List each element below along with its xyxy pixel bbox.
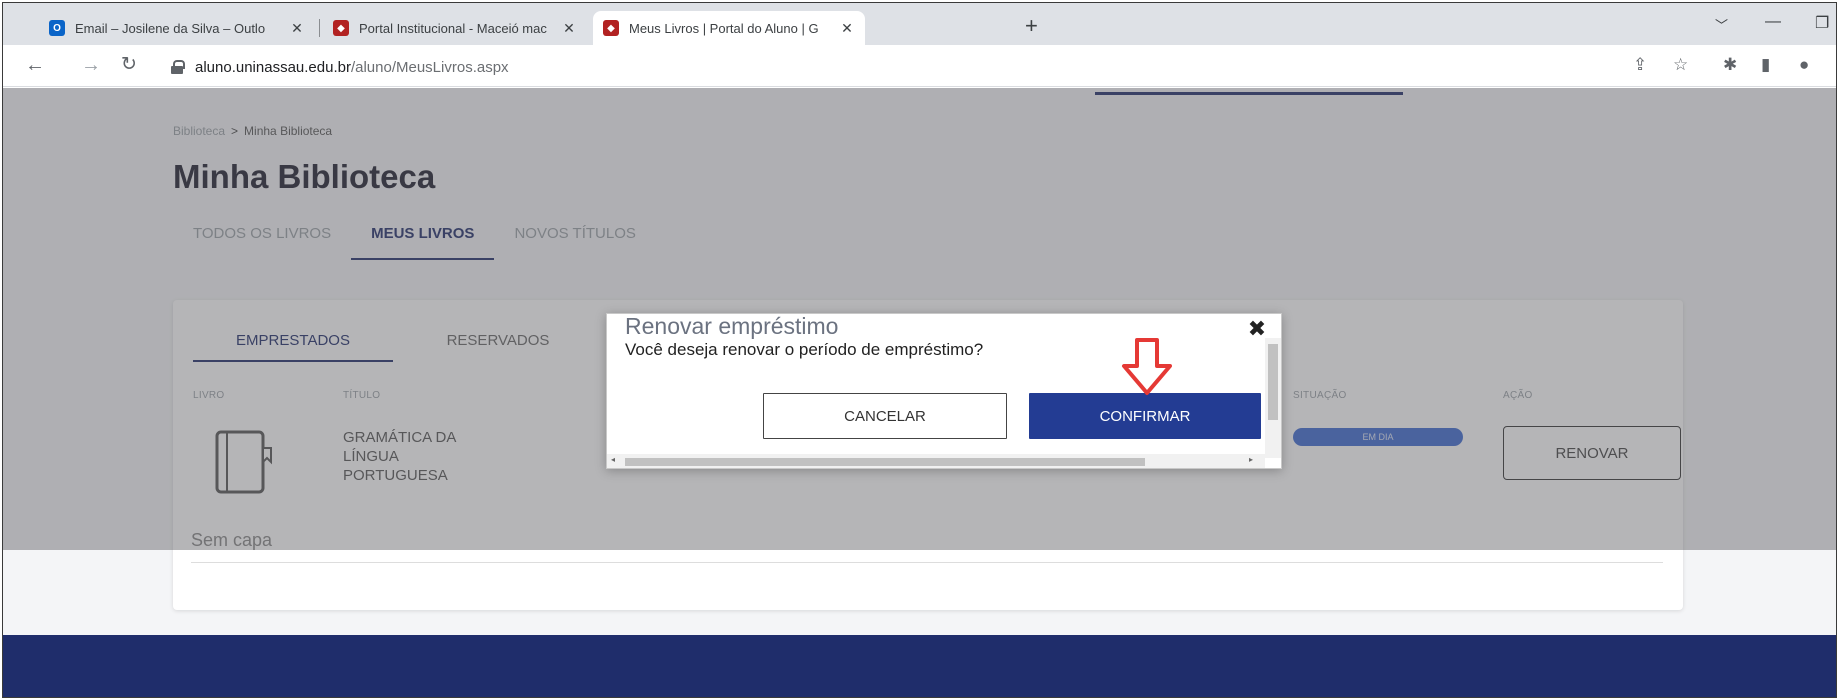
browser-tab-portal[interactable]: ◆ Portal Institucional - Maceió mac ✕ (323, 11, 587, 45)
annotation-arrow-icon (1122, 338, 1172, 395)
forward-icon[interactable]: → (81, 53, 101, 77)
extensions-icon[interactable]: ✱ (1723, 55, 1737, 75)
new-tab-button[interactable]: + (1025, 15, 1038, 37)
shield-icon: ◆ (603, 20, 619, 36)
restore-button[interactable]: ❐ (1815, 13, 1829, 33)
horizontal-scrollbar[interactable]: ◂ ▸ (607, 454, 1265, 468)
confirm-button[interactable]: CONFIRMAR (1029, 393, 1261, 439)
scroll-right-icon[interactable]: ▸ (1249, 455, 1253, 464)
scroll-left-icon[interactable]: ◂ (611, 455, 615, 464)
browser-tabstrip: O Email – Josilene da Silva – Outlo ✕ ◆ … (3, 3, 1836, 45)
side-panel-icon[interactable]: ▮ (1761, 55, 1770, 75)
tab-separator (319, 19, 320, 37)
tab-title: Portal Institucional - Maceió mac (359, 20, 547, 36)
close-icon[interactable]: ✕ (839, 20, 855, 37)
dialog-message: Você deseja renovar o período de emprést… (625, 340, 984, 359)
vertical-scrollbar[interactable] (1265, 338, 1281, 458)
outlook-icon: O (49, 20, 65, 36)
tab-title: Email – Josilene da Silva – Outlo (75, 20, 266, 36)
browser-tab-email[interactable]: O Email – Josilene da Silva – Outlo ✕ (39, 11, 315, 45)
scrollbar-thumb[interactable] (1268, 344, 1278, 420)
browser-tab-meus-livros[interactable]: ◆ Meus Livros | Portal do Aluno | G ✕ (593, 11, 865, 45)
lock-icon (171, 60, 185, 74)
shield-icon: ◆ (333, 20, 349, 36)
divider (191, 562, 1663, 563)
minimize-button[interactable]: — (1765, 13, 1781, 31)
screenshot-frame: O Email – Josilene da Silva – Outlo ✕ ◆ … (2, 2, 1837, 698)
close-icon[interactable]: ✕ (561, 20, 577, 37)
profile-icon[interactable]: ● (1799, 55, 1809, 75)
back-icon[interactable]: ← (25, 53, 45, 77)
url-path: /aluno/MeusLivros.aspx (350, 58, 509, 76)
browser-toolbar: ← → ↻ aluno.uninassau.edu.br/aluno/MeusL… (3, 45, 1836, 87)
renew-loan-dialog: Renovar empréstimo ✖ Você deseja renovar… (606, 313, 1282, 469)
dialog-title: Renovar empréstimo (625, 313, 839, 339)
url-host: aluno.uninassau.edu.br (195, 58, 351, 76)
page-footer (3, 635, 1836, 697)
bookmark-star-icon[interactable]: ☆ (1673, 55, 1688, 75)
scrollbar-thumb[interactable] (625, 458, 1145, 466)
reload-icon[interactable]: ↻ (121, 53, 137, 77)
cancel-button[interactable]: CANCELAR (763, 393, 1007, 439)
share-icon[interactable]: ⇪ (1633, 55, 1647, 75)
close-icon[interactable]: ✕ (289, 20, 305, 37)
close-icon[interactable]: ✖ (1247, 318, 1267, 340)
tab-search-icon[interactable]: ﹀ (1715, 15, 1728, 34)
tab-title: Meus Livros | Portal do Aluno | G (629, 20, 819, 36)
address-bar[interactable]: aluno.uninassau.edu.br/aluno/MeusLivros.… (171, 53, 1551, 81)
